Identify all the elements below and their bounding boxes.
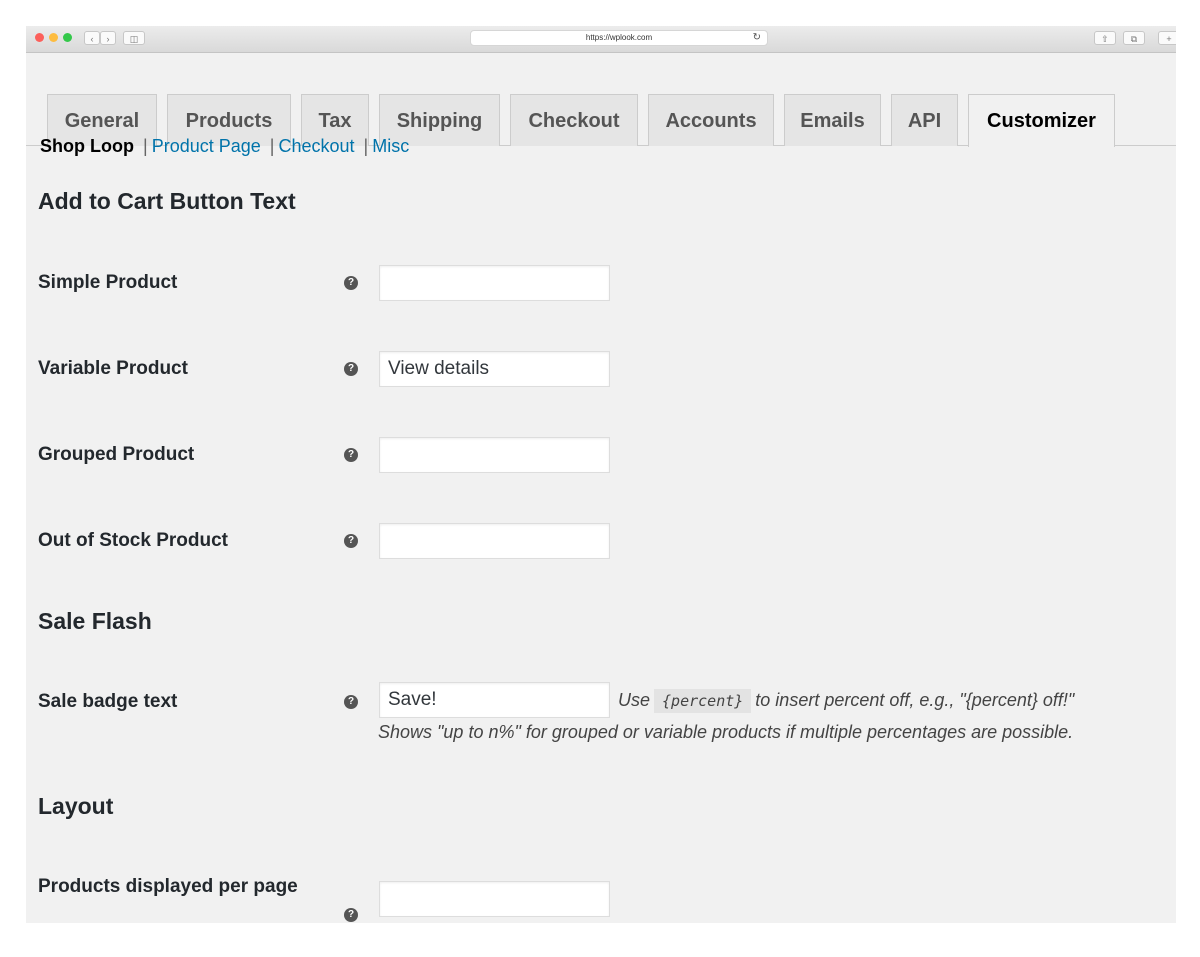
share-icon[interactable]: ⇧: [1094, 31, 1116, 45]
grouped-product-input[interactable]: [379, 437, 610, 473]
sale-badge-text-input[interactable]: [379, 682, 610, 718]
simple-product-input[interactable]: [379, 265, 610, 301]
section-title-add-to-cart: Add to Cart Button Text: [38, 188, 296, 214]
subnav-shop-loop[interactable]: Shop Loop: [40, 136, 134, 156]
subnav-product-page[interactable]: Product Page: [152, 136, 261, 156]
browser-toolbar: ‹ › ◫ https://wplook.com ↻ ⇧ ⧉ +: [26, 26, 1176, 53]
help-icon[interactable]: ?: [344, 695, 358, 709]
hint-suffix: to insert percent off, e.g., "{percent} …: [755, 690, 1075, 710]
subnav-separator: |: [269, 136, 275, 156]
new-tab-icon[interactable]: +: [1158, 31, 1176, 45]
subnav-separator: |: [363, 136, 369, 156]
help-icon[interactable]: ?: [344, 276, 358, 290]
browser-window: ‹ › ◫ https://wplook.com ↻ ⇧ ⧉ + General…: [26, 26, 1176, 923]
help-icon[interactable]: ?: [344, 534, 358, 548]
products-per-page-input[interactable]: [379, 881, 610, 917]
tab-customizer[interactable]: Customizer: [968, 94, 1115, 147]
field-label-sale-badge-text: Sale badge text: [38, 691, 178, 712]
address-bar[interactable]: https://wplook.com ↻: [470, 30, 768, 46]
variable-product-input[interactable]: [379, 351, 610, 387]
subnav-separator: |: [143, 136, 148, 156]
settings-tab-bar: General Products Tax Shipping Checkout A…: [26, 52, 1176, 147]
tab-accounts[interactable]: Accounts: [648, 94, 774, 146]
field-label-out-of-stock-product: Out of Stock Product: [38, 530, 228, 551]
section-title-layout: Layout: [38, 793, 114, 819]
help-icon[interactable]: ?: [344, 448, 358, 462]
subnav-checkout[interactable]: Checkout: [278, 136, 354, 156]
url-text: https://wplook.com: [585, 33, 653, 42]
minimize-window-button[interactable]: [49, 33, 58, 42]
field-label-variable-product: Variable Product: [38, 358, 188, 379]
back-icon[interactable]: ‹: [84, 31, 100, 45]
tab-emails[interactable]: Emails: [784, 94, 881, 146]
field-label-grouped-product: Grouped Product: [38, 444, 195, 465]
tabs-overview-icon[interactable]: ⧉: [1123, 31, 1145, 45]
field-label-products-per-page: Products displayed per page: [38, 876, 298, 897]
field-label-simple-product: Simple Product: [38, 272, 178, 293]
help-icon[interactable]: ?: [344, 362, 358, 376]
hint-prefix: Use: [618, 690, 651, 710]
sidebar-toggle-icon[interactable]: ◫: [123, 31, 145, 45]
section-title-sale-flash: Sale Flash: [38, 608, 152, 634]
help-icon[interactable]: ?: [344, 908, 358, 922]
tab-checkout[interactable]: Checkout: [510, 94, 638, 146]
out-of-stock-product-input[interactable]: [379, 523, 610, 559]
subnav-misc[interactable]: Misc: [372, 136, 409, 156]
percent-placeholder-code: {percent}: [654, 689, 752, 713]
sub-navigation: Shop Loop | Product Page | Checkout | Misc: [40, 136, 409, 157]
tab-api[interactable]: API: [891, 94, 958, 146]
sale-badge-hint: Use {percent} to insert percent off, e.g.,…: [618, 689, 1075, 713]
zoom-window-button[interactable]: [63, 33, 72, 42]
close-window-button[interactable]: [35, 33, 44, 42]
forward-icon[interactable]: ›: [100, 31, 116, 45]
sale-badge-description: Shows "up to n%" for grouped or variable…: [378, 722, 1074, 742]
reload-icon[interactable]: ↻: [753, 31, 761, 45]
